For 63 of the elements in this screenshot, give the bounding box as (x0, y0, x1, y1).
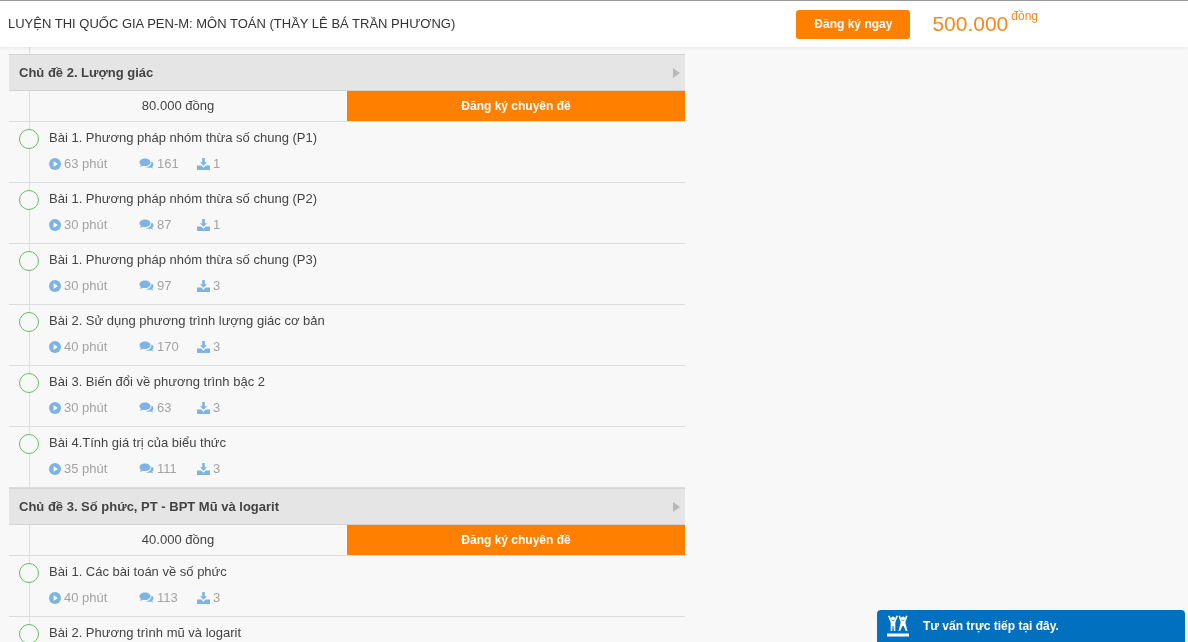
play-icon (49, 402, 61, 414)
topic-price: 40.000 đồng (141, 531, 215, 550)
lesson-duration: 30 phút (64, 216, 108, 235)
download-count: 1 (213, 216, 221, 235)
comment-icon (139, 402, 154, 414)
download-icon (197, 219, 210, 231)
play-icon (49, 463, 61, 475)
download-count: 3 (213, 338, 221, 357)
download-count: 3 (213, 460, 221, 479)
comment-count: 63 (157, 399, 172, 418)
live-chat-button[interactable]: Tư vấn trực tiếp tại đây. (877, 610, 1185, 642)
topic-title: Chủ đề 3. Số phức, PT - BPT Mũ và logarit (19, 497, 280, 516)
lesson-title[interactable]: Bài 3. Biến đổi về phương trình bậc 2 (49, 373, 265, 391)
download-count: 3 (213, 399, 221, 418)
lesson-duration: 35 phút (64, 460, 108, 479)
play-icon (49, 219, 61, 231)
page-title: LUYỆN THI QUỐC GIA PEN-M: MÔN TOÁN (THẦY LÊ BÁ TRẦN PHƯƠNG) (8, 15, 456, 34)
download-count: 1 (213, 155, 221, 174)
download-icon (197, 158, 210, 170)
comment-icon (139, 219, 154, 231)
lesson-duration: 30 phút (64, 399, 108, 418)
comment-icon (139, 463, 154, 475)
topic-title: Chủ đề 2. Lượng giác (19, 63, 154, 82)
download-icon (197, 402, 210, 414)
comment-count: 97 (157, 277, 172, 296)
comment-count: 170 (157, 338, 179, 357)
play-icon (49, 341, 61, 353)
play-icon (49, 158, 61, 170)
download-icon (197, 280, 210, 292)
download-count: 3 (213, 277, 221, 296)
topic-header[interactable]: Chủ đề 2. Lượng giác (9, 54, 685, 91)
lesson-title[interactable]: Bài 2. Sử dụng phương trình lượng giác cơ bản (49, 312, 325, 330)
caret-icon (673, 501, 680, 512)
currency-label: đồng (1011, 9, 1038, 23)
download-count: 3 (213, 589, 221, 608)
play-icon (49, 592, 61, 604)
download-icon (197, 341, 210, 353)
caret-icon (673, 67, 680, 78)
comment-count: 111 (157, 460, 177, 479)
download-icon (197, 463, 210, 475)
comment-count: 87 (157, 216, 172, 235)
lesson-duration: 40 phút (64, 589, 108, 608)
topic-price: 80.000 đồng (141, 97, 215, 116)
play-icon (49, 280, 61, 292)
lesson-duration: 40 phút (64, 338, 108, 357)
download-icon (197, 592, 210, 604)
lesson-title[interactable]: Bài 1. Các bài toán về số phức (49, 563, 227, 581)
lesson-title[interactable]: Bài 2. Phương trình mũ và logarit (49, 624, 242, 642)
lesson-title[interactable]: Bài 4.Tính giá trị của biểu thức (49, 434, 227, 452)
lesson-title[interactable]: Bài 1. Phương pháp nhóm thừa số chung (P3) (49, 251, 318, 269)
topic-header[interactable]: Chủ đề 3. Số phức, PT - BPT Mũ và logarit (9, 488, 685, 525)
people-icon (887, 615, 909, 637)
comment-icon (139, 341, 154, 353)
comment-icon (139, 158, 154, 170)
comment-icon (139, 592, 154, 604)
lesson-duration: 63 phút (64, 155, 108, 174)
lesson-duration: 30 phút (64, 277, 108, 296)
course-price: 500.000 (932, 12, 1009, 36)
lesson-title[interactable]: Bài 1. Phương pháp nhóm thừa số chung (P1) (49, 129, 318, 147)
comment-count: 161 (157, 155, 179, 174)
comment-count: 113 (157, 589, 178, 608)
lesson-title[interactable]: Bài 1. Phương pháp nhóm thừa số chung (P2) (49, 190, 318, 208)
comment-icon (139, 280, 154, 292)
